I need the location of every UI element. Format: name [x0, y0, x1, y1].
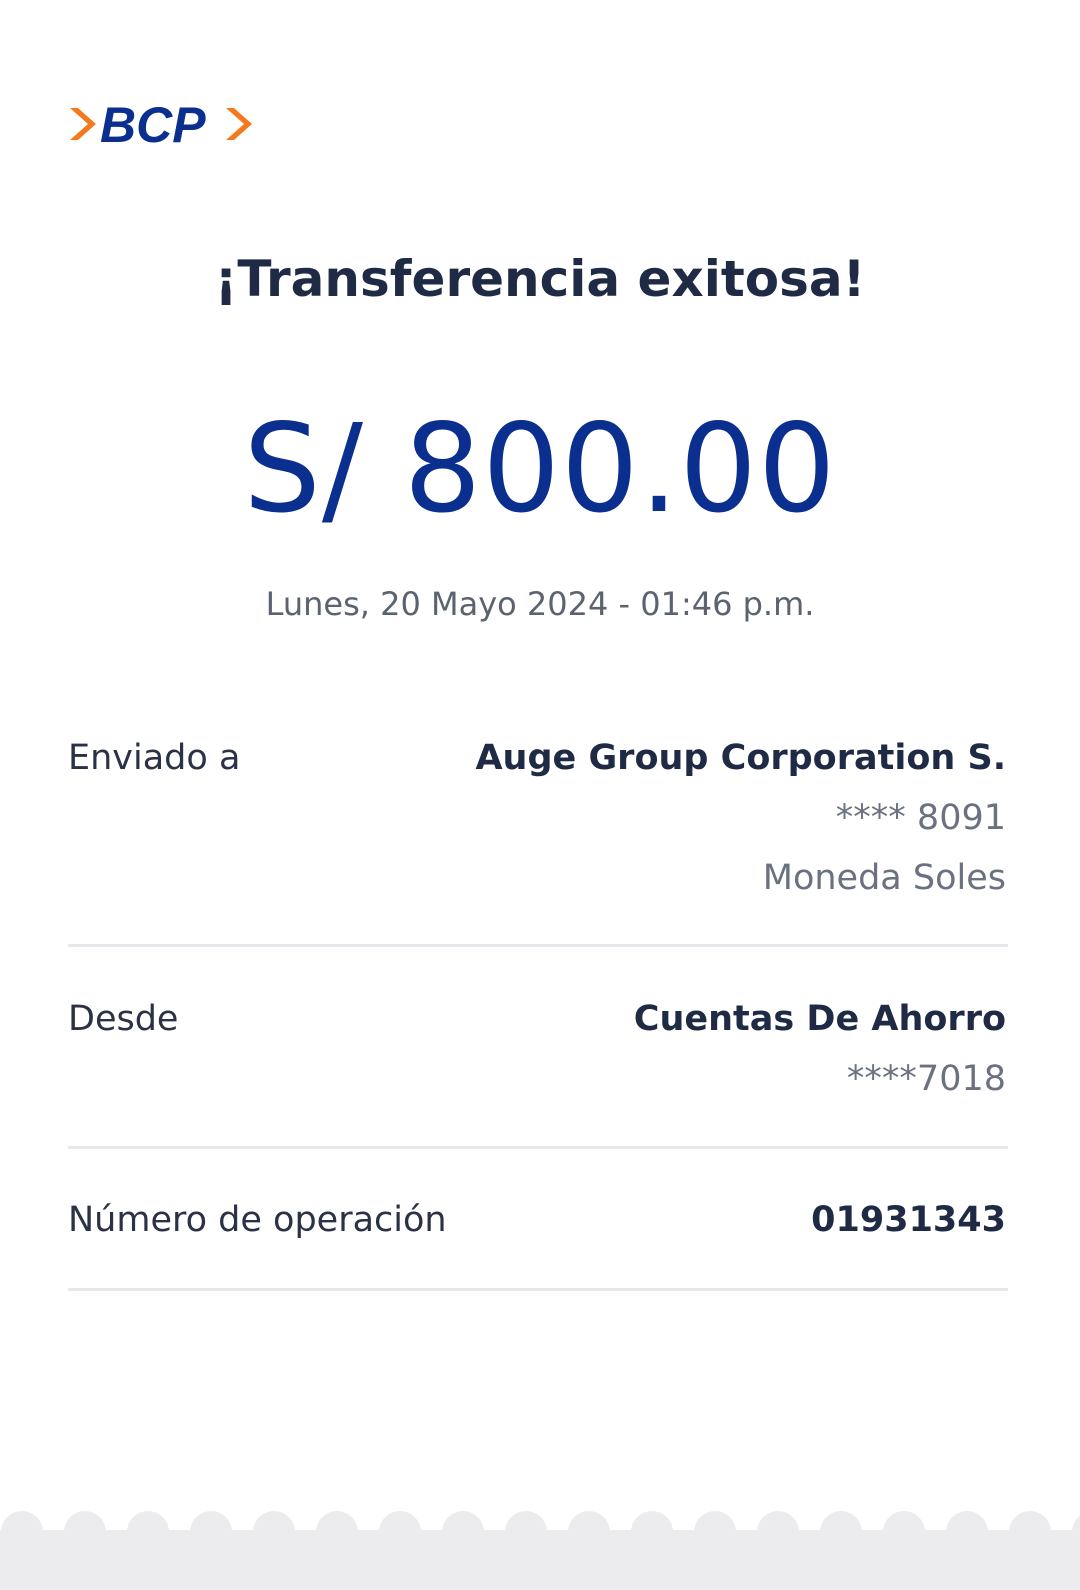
receipt-page: BCP ¡Transferencia exitosa! S/ 800.00 Lu…	[0, 0, 1080, 1590]
divider	[68, 1146, 1008, 1149]
success-title: ¡Transferencia exitosa!	[214, 250, 866, 308]
scallop-bump	[757, 1511, 799, 1553]
from-values: Cuentas De Ahorro ****7018	[634, 999, 1006, 1119]
scallop-bump	[253, 1511, 295, 1553]
divider	[68, 1288, 1008, 1291]
scallop-bump	[631, 1511, 673, 1553]
operation-number: 01931343	[811, 1200, 1006, 1240]
scallop-bump	[442, 1511, 484, 1553]
operation-values: 01931343	[811, 1200, 1006, 1260]
scallop-bump	[568, 1511, 610, 1553]
scallop-bump	[316, 1511, 358, 1553]
scallop-bump	[1009, 1511, 1051, 1553]
transfer-datetime: Lunes, 20 Mayo 2024 - 01:46 p.m.	[265, 585, 815, 623]
scallop-bump	[127, 1511, 169, 1553]
from-label: Desde	[68, 999, 179, 1039]
sent-to-values: Auge Group Corporation S. **** 8091 Mone…	[475, 738, 1006, 918]
scallop-bump	[1, 1511, 43, 1553]
scallop-bump	[190, 1511, 232, 1553]
transfer-amount: S/ 800.00	[243, 398, 837, 540]
scallop-bump	[64, 1511, 106, 1553]
divider	[68, 944, 1008, 947]
operation-label: Número de operación	[68, 1200, 447, 1240]
scallop-bump	[883, 1511, 925, 1553]
recipient-currency: Moneda Soles	[762, 858, 1006, 898]
scallop-bump	[946, 1511, 988, 1553]
scallop-bump	[820, 1511, 862, 1553]
bcp-logo-icon: BCP	[70, 97, 252, 152]
svg-text:BCP: BCP	[100, 97, 206, 152]
scallop-bump	[505, 1511, 547, 1553]
source-account: ****7018	[846, 1059, 1006, 1099]
scallop-bump	[694, 1511, 736, 1553]
bcp-logo: BCP	[66, 96, 266, 152]
sent-to-label: Enviado a	[68, 738, 241, 778]
scallop-bump	[379, 1511, 421, 1553]
recipient-account: **** 8091	[835, 798, 1006, 838]
receipt-scalloped-edge	[0, 1511, 1080, 1590]
recipient-name: Auge Group Corporation S.	[475, 738, 1006, 778]
source-account-type: Cuentas De Ahorro	[633, 999, 1006, 1039]
